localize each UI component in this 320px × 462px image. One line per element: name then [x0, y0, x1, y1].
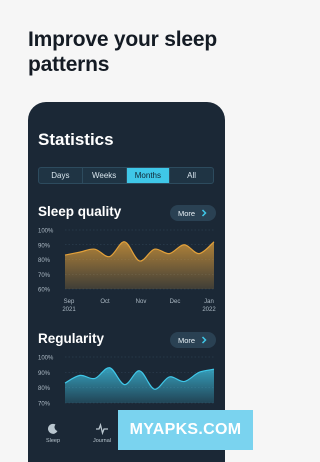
segment-all[interactable]: All: [170, 168, 213, 183]
sleep-quality-x-tick-label: 2021: [62, 307, 76, 313]
sleep-quality-x-tick-label: Nov: [136, 299, 147, 305]
regularity-more-button[interactable]: More: [170, 332, 216, 348]
more-label: More: [177, 335, 196, 345]
phone-screen: Statistics Days Weeks Months All Sleep q…: [28, 102, 225, 462]
sleep-quality-x-tick-label: Sep: [64, 299, 75, 305]
regularity-y-tick-label: 80%: [38, 386, 51, 392]
sleep-quality-x-tick-label: Oct: [100, 299, 110, 305]
tab-sleep[interactable]: Sleep: [36, 423, 70, 444]
period-segmented-control: Days Weeks Months All: [38, 167, 214, 184]
regularity-y-tick-label: 70%: [38, 402, 51, 408]
chevron-right-icon: [202, 209, 207, 217]
tab-sleep-label: Sleep: [45, 438, 61, 444]
headline: Improve your sleep patterns: [28, 28, 217, 76]
pulse-icon: [96, 423, 108, 435]
segment-months[interactable]: Months: [126, 168, 171, 183]
sleep-quality-more-button[interactable]: More: [170, 205, 216, 221]
tab-journal[interactable]: Journal: [85, 423, 119, 444]
tab-journal-label: Journal: [92, 438, 112, 444]
regularity-y-tick-label: 90%: [38, 371, 51, 377]
sleep-quality-x-tick-label: Dec: [170, 299, 181, 305]
sleep-quality-chart: 100% 90% 80% 70% 60% Sep 2021 Oct Nov Dec Jan 2022: [38, 229, 216, 314]
regularity-y-tick-label: 100%: [38, 356, 54, 362]
more-label: More: [177, 208, 196, 218]
regularity-area: [65, 367, 214, 403]
chevron-right-icon: [202, 336, 207, 344]
sleep-quality-x-tick-label: Jan: [204, 299, 214, 305]
segment-weeks[interactable]: Weeks: [83, 168, 127, 183]
sleep-quality-y-tick-label: 60%: [38, 288, 51, 294]
watermark: MYAPKS.COM: [118, 410, 253, 450]
sleep-quality-x-tick-label: 2022: [202, 307, 216, 313]
statistics-title: Statistics: [38, 130, 114, 149]
regularity-chart: 100% 90% 80% 70%: [38, 356, 215, 408]
sleep-quality-title: Sleep quality: [38, 204, 122, 219]
segment-days[interactable]: Days: [39, 168, 83, 183]
sleep-quality-y-tick-label: 70%: [38, 273, 51, 279]
regularity-title: Regularity: [38, 331, 105, 346]
moon-icon: [47, 423, 58, 434]
sleep-quality-y-tick-label: 100%: [38, 229, 54, 235]
sleep-quality-y-tick-label: 80%: [38, 258, 51, 264]
sleep-quality-y-tick-label: 90%: [38, 243, 51, 249]
